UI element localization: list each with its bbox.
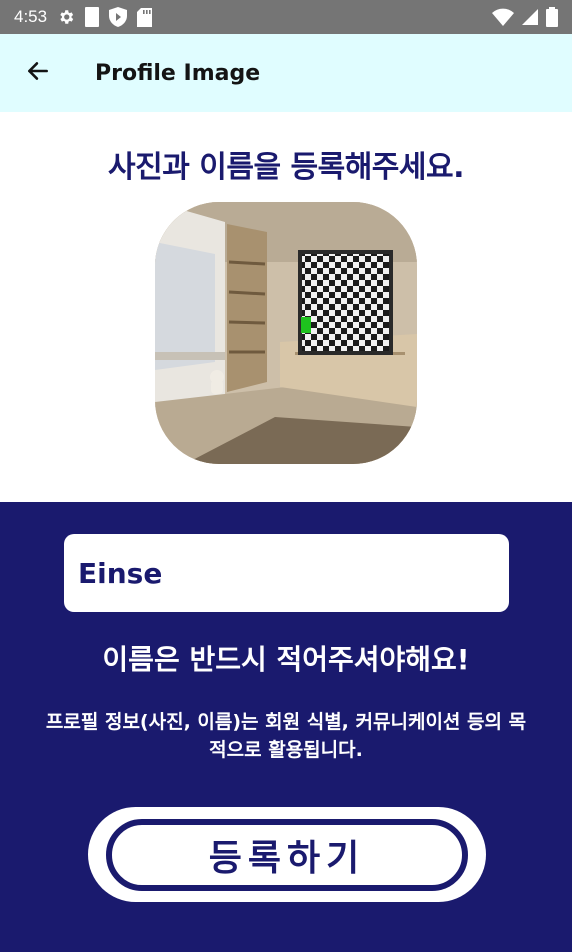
status-bar: 4:53 bbox=[0, 0, 572, 34]
signal-icon bbox=[522, 9, 538, 25]
page-title: Profile Image bbox=[95, 60, 261, 86]
profile-image[interactable] bbox=[155, 202, 417, 464]
wifi-icon bbox=[492, 8, 514, 26]
app-bar: Profile Image bbox=[0, 34, 572, 112]
section-heading: 사진과 이름을 등록해주세요. bbox=[108, 150, 465, 185]
back-button[interactable] bbox=[8, 43, 68, 103]
privacy-notice: 프로필 정보(사진, 이름)는 회원 식별, 커뮤니케이션 등의 목적으로 활용… bbox=[45, 711, 527, 761]
name-input[interactable] bbox=[64, 534, 509, 612]
sd-card-icon bbox=[137, 7, 153, 27]
form-section: 이름은 반드시 적어주셔야해요! 프로필 정보(사진, 이름)는 회원 식별, … bbox=[0, 502, 572, 952]
status-left: 4:53 bbox=[14, 7, 153, 27]
settings-icon bbox=[57, 8, 75, 26]
profile-section: 사진과 이름을 등록해주세요. bbox=[0, 112, 572, 502]
status-time: 4:53 bbox=[14, 7, 48, 26]
status-right bbox=[492, 7, 558, 27]
name-required-warning: 이름은 반드시 적어주셔야해요! bbox=[102, 643, 470, 676]
battery-icon bbox=[546, 7, 558, 27]
sim-card-icon bbox=[85, 7, 100, 27]
shield-play-icon bbox=[109, 7, 128, 27]
arrow-left-icon bbox=[25, 58, 51, 88]
register-button-label: 등록하기 bbox=[106, 818, 468, 891]
register-button[interactable]: 등록하기 bbox=[88, 807, 486, 902]
